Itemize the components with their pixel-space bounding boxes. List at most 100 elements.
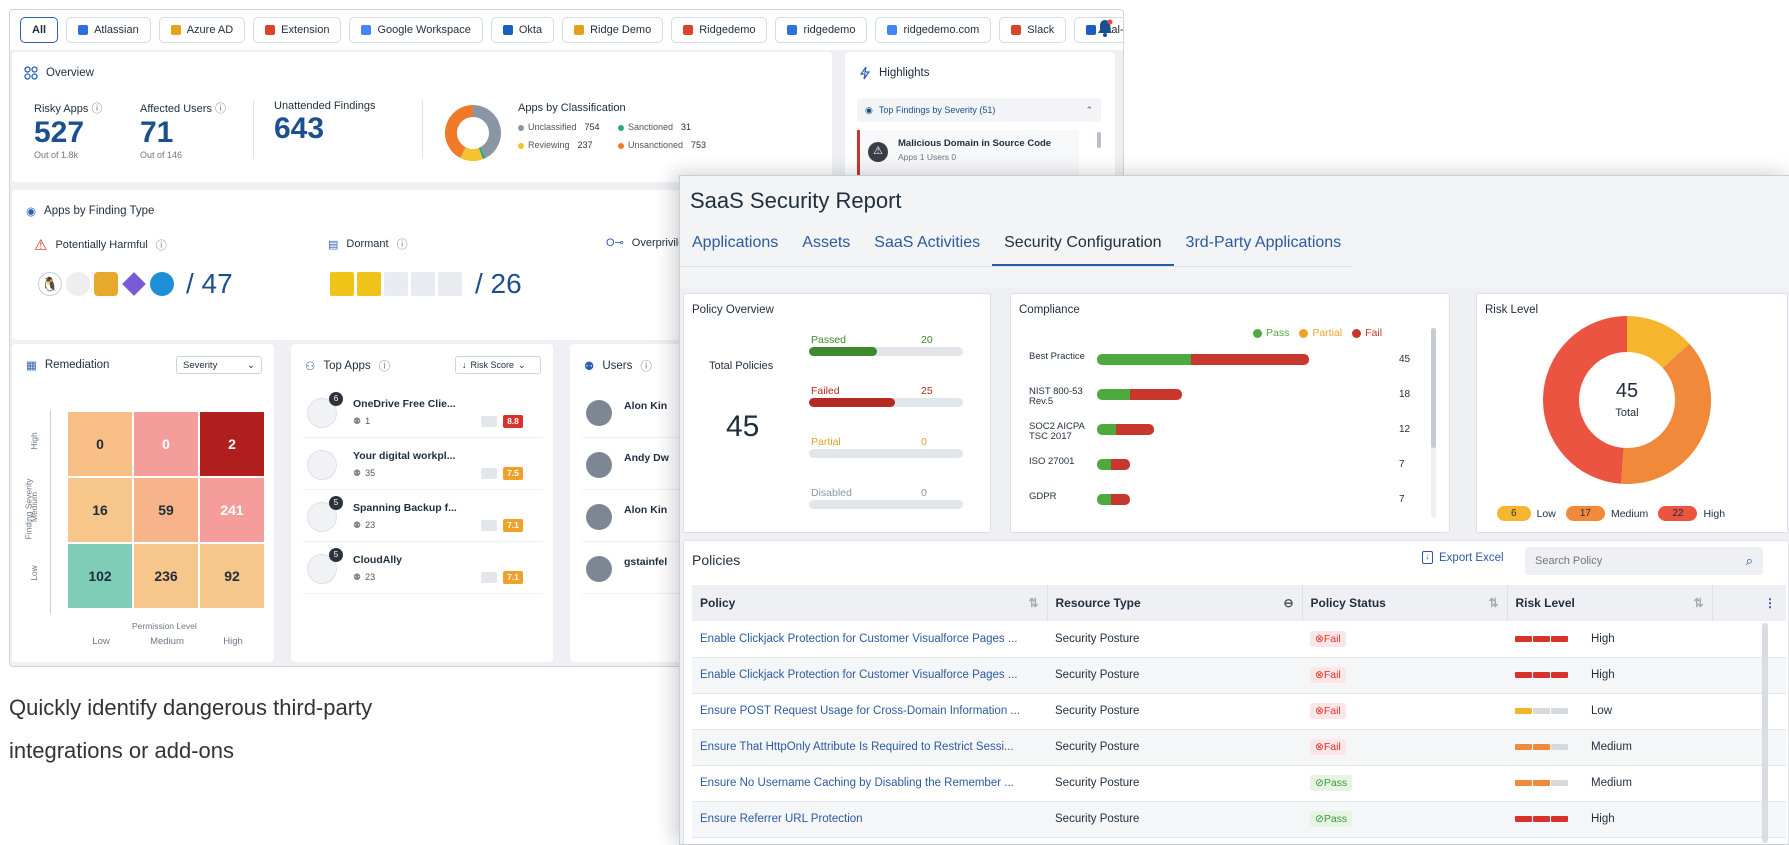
heatmap-cell[interactable]: 236 (134, 544, 198, 608)
legend-dot (1352, 328, 1362, 338)
finding-item[interactable]: ⚠ Malicious Domain in Source Code Apps 1… (857, 130, 1079, 178)
app-user-count: 23 (365, 520, 376, 530)
filter-chip-ridge-demo[interactable]: Ridge Demo (562, 17, 664, 43)
policy-bar-label: Disabled (811, 487, 852, 499)
remediation-x-title: Permission Level (132, 621, 197, 631)
source-filter-bar: All Atlassian Azure AD Extension Google Work… (10, 10, 1123, 50)
top-app-item[interactable]: 6 OneDrive Free Clie... ⚉ 1 8.8 (303, 392, 543, 438)
compliance-row-label: SOC2 AICPA TSC 2017 (1029, 421, 1085, 442)
filter-chip-all[interactable]: All (20, 17, 59, 43)
app-icon (357, 272, 381, 296)
table-row[interactable]: Ensure POST Request Usage for Cross-Doma… (692, 693, 1786, 730)
filter-chip-google-workspace[interactable]: Google Workspace (349, 17, 483, 43)
table-row[interactable]: Ensure Referrer URL Protection Security P… (692, 801, 1786, 838)
users-title: Users (602, 360, 633, 372)
col-resource-type[interactable]: Resource Type ⊖ (1047, 585, 1303, 621)
policy-name-link[interactable]: Enable Clickjack Protection for Customer… (700, 669, 1017, 681)
risk-segment (1515, 635, 1532, 642)
search-icon[interactable]: ⌕ (1746, 553, 1753, 569)
policy-bar-fill (809, 347, 877, 356)
policy-overview-panel: Policy Overview Total Policies 45 Passed… (683, 293, 991, 533)
table-row[interactable]: Ensure That HttpOnly Attribute Is Requir… (692, 729, 1786, 766)
top-findings-section[interactable]: ◉ Top Findings by Severity (51) ⌃ (857, 98, 1101, 122)
highlights-scrollbar[interactable] (1097, 132, 1101, 148)
tab-3rd-party-applications[interactable]: 3rd-Party Applications (1174, 234, 1354, 266)
heatmap-cell[interactable]: 16 (68, 478, 132, 542)
risk-legend-label: High (1703, 507, 1726, 520)
severity-select[interactable]: Severity ⌄ (176, 356, 262, 374)
table-row[interactable]: Enable Clickjack Protection for Customer… (692, 657, 1786, 694)
table-scrollbar[interactable] (1762, 623, 1768, 843)
policy-name-link[interactable]: Ensure No Username Caching by Disabling … (700, 777, 1014, 789)
tab-security-configuration[interactable]: Security Configuration (992, 234, 1174, 266)
col-policy-status[interactable]: Policy Status ⇅ (1302, 585, 1508, 621)
risk-level-meter (1515, 669, 1569, 681)
top-app-item[interactable]: 5 CloudAlly ⚉ 23 7.1 (303, 548, 543, 594)
policy-name-link[interactable]: Ensure That HttpOnly Attribute Is Requir… (700, 741, 1014, 753)
policy-bar (809, 398, 963, 407)
heatmap-cell[interactable]: 0 (134, 412, 198, 476)
filter-chip-ridgedemo[interactable]: ridgedemo (775, 17, 868, 43)
heatmap-cell[interactable]: 0 (68, 412, 132, 476)
table-row[interactable]: Ensure No Username Caching by Disabling … (692, 765, 1786, 802)
heatmap-cell[interactable]: 2 (200, 412, 264, 476)
app-icon (330, 272, 354, 296)
filter-chip-slack[interactable]: Slack (999, 17, 1067, 43)
policy-status-bars: Passed 20 Failed 25 Partial 0 Disabled 0 (809, 334, 969, 524)
filter-chip-extension[interactable]: Extension (253, 17, 342, 43)
compliance-legend: Pass Partial Fail (1253, 327, 1382, 339)
table-row[interactable]: Enable Clickjack Protection for Customer… (692, 621, 1786, 658)
tab-assets[interactable]: Assets (790, 234, 862, 266)
dormant-app-icons: / 26 (330, 268, 522, 300)
top-app-item[interactable]: Your digital workpl... ⚉ 35 7.5 (303, 444, 543, 490)
export-excel-label: Export Excel (1439, 551, 1504, 564)
search-policy-field[interactable]: ⌕ (1525, 547, 1763, 575)
total-policies-label: Total Policies (709, 360, 774, 372)
classification-slice-unclassified (472, 105, 501, 158)
heatmap-cell[interactable]: 59 (134, 478, 198, 542)
risk-score-sort-label: Risk Score (470, 360, 515, 370)
filter-chip-ridgedemo-com[interactable]: ridgedemo.com (875, 17, 992, 43)
risk-level-label: Medium (1591, 777, 1632, 789)
filter-chip-atlassian[interactable]: Atlassian (66, 17, 151, 43)
filter-chip-label: All (32, 24, 47, 36)
policy-name-link[interactable]: Ensure Referrer URL Protection (700, 813, 863, 825)
policy-name-link[interactable]: Ensure POST Request Usage for Cross-Doma… (700, 705, 1020, 717)
heatmap-cell[interactable]: 92 (200, 544, 264, 608)
legend-dot (518, 142, 524, 149)
risk-score-sort[interactable]: ↓ Risk Score ⌄ (455, 356, 541, 374)
sort-icon: ⇅ (1488, 596, 1499, 610)
users-small-icon: ⚉ (353, 572, 362, 582)
top-app-item[interactable]: 5 Spanning Backup f... ⚉ 23 7.1 (303, 496, 543, 542)
legend-dot (1253, 328, 1262, 338)
classification-donut (445, 105, 501, 161)
filter-chip-ridgedemo[interactable]: Ridgedemo (671, 17, 768, 43)
heatmap-cell[interactable]: 102 (68, 544, 132, 608)
compliance-scrollbar[interactable] (1431, 328, 1436, 518)
risk-total-label: Total (1615, 407, 1639, 419)
compliance-pass-bar (1097, 389, 1130, 400)
policy-name-link[interactable]: Enable Clickjack Protection for Customer… (700, 633, 1017, 645)
export-excel-button[interactable]: ↓ Export Excel (1422, 551, 1504, 564)
filter-chip-label: Ridge Demo (590, 24, 652, 36)
search-policy-input[interactable] (1535, 555, 1715, 567)
filter-chip-okta[interactable]: Okta (490, 17, 555, 43)
compliance-row-label: NIST 800-53 Rev.5 (1029, 386, 1083, 407)
filter-chip-azure-ad[interactable]: Azure AD (158, 17, 246, 43)
filter-chip-label: Ridgedemo (699, 24, 756, 36)
col-risk-level[interactable]: Risk Level ⇅ (1507, 585, 1713, 621)
risk-level-panel: Risk Level 45 Total 6 Low 17 Medium 22 High (1476, 293, 1788, 533)
risk-level-meter (1515, 813, 1569, 825)
tab-saas-activities[interactable]: SaaS Activities (862, 234, 992, 266)
risk-score-badge: 8.8 (503, 415, 523, 428)
tab-applications[interactable]: Applications (680, 234, 790, 266)
heatmap-cell[interactable]: 241 (200, 478, 264, 542)
compliance-fail-bar (1129, 389, 1182, 400)
risk-level-title: Risk Level (1485, 304, 1539, 316)
col-policy[interactable]: Policy ⇅ (692, 585, 1048, 621)
column-menu-icon[interactable]: ⋮ (1712, 585, 1786, 621)
notification-bell-icon[interactable] (1097, 19, 1113, 37)
risk-level-meter (1515, 741, 1569, 753)
overview-card: Overview Risky Apps ⓘ 527 Out of 1.8k Af… (12, 52, 832, 182)
app-icon (384, 272, 408, 296)
